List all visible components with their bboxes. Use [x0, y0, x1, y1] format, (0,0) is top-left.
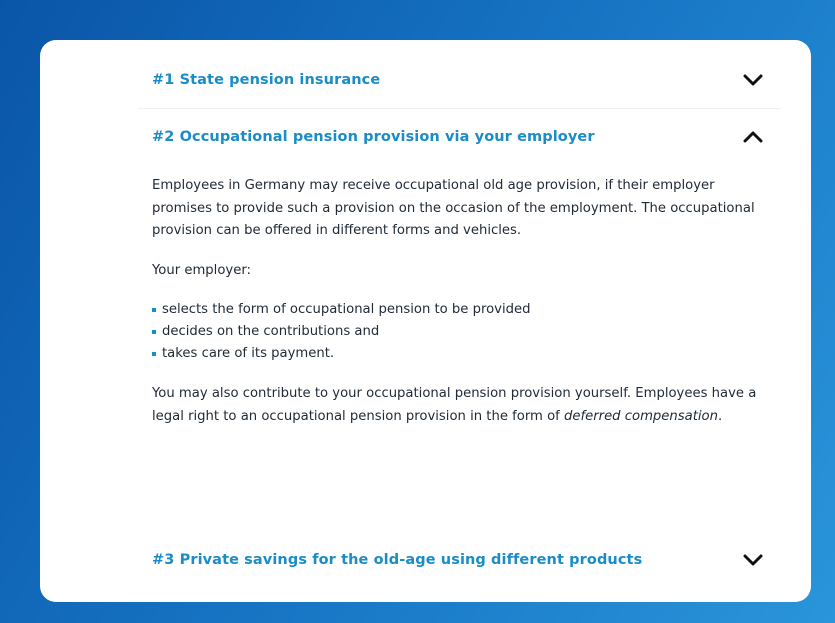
intro-paragraph: Employees in Germany may receive occupat… — [152, 178, 755, 238]
bullet-icon — [152, 308, 156, 312]
chevron-down-icon — [743, 554, 763, 566]
chevron-down-icon — [743, 74, 763, 86]
bullet-icon — [152, 352, 156, 356]
list-item: takes care of its payment. — [152, 343, 766, 365]
contribution-paragraph: You may also contribute to your occupati… — [152, 386, 757, 424]
accordion-item-3: #3 Private savings for the old-age using… — [138, 532, 780, 588]
pension-accordion: #1 State pension insurance #2 Occupation… — [138, 52, 780, 445]
accordion-item-2-header[interactable]: #2 Occupational pension provision via yo… — [138, 108, 780, 165]
employer-duties-list: selects the form of occupational pension… — [152, 299, 766, 365]
employer-label: Your employer: — [152, 262, 251, 278]
deferred-compensation-term: deferred compensation — [563, 408, 718, 424]
accordion-item-2-title: #2 Occupational pension provision via yo… — [152, 129, 595, 145]
list-item: decides on the contributions and — [152, 321, 766, 343]
chevron-up-icon — [743, 131, 763, 143]
accordion-item-1-title: #1 State pension insurance — [152, 72, 381, 88]
bullet-icon — [152, 330, 156, 334]
accordion-item-2-body: Employees in Germany may receive occupat… — [138, 165, 780, 428]
accordion-item-1-header[interactable]: #1 State pension insurance — [138, 52, 780, 108]
list-item: selects the form of occupational pension… — [152, 299, 766, 321]
accordion-item-3-header[interactable]: #3 Private savings for the old-age using… — [138, 532, 780, 588]
content-card: #1 State pension insurance #2 Occupation… — [40, 40, 811, 602]
accordion-item-3-title: #3 Private savings for the old-age using… — [152, 552, 643, 568]
